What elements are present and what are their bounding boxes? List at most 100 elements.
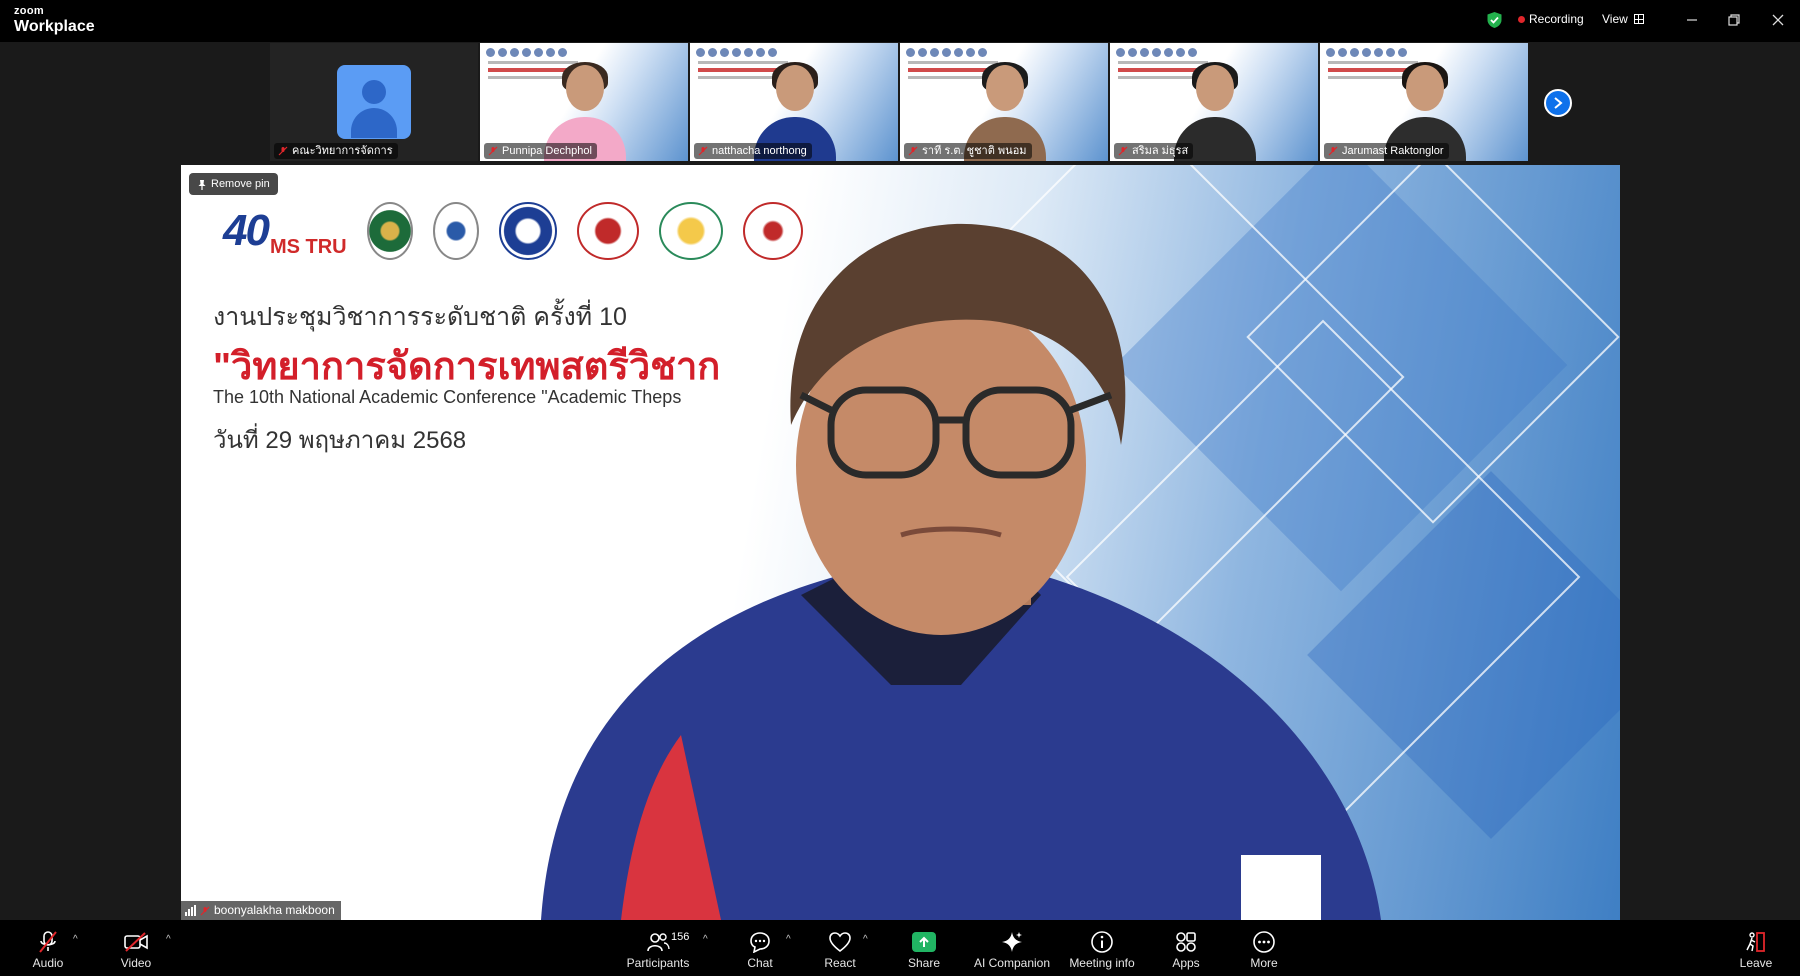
participants-count: 156 <box>671 931 690 943</box>
restore-icon <box>1728 14 1740 26</box>
video-off-icon <box>124 932 148 952</box>
slide-logos <box>1326 48 1407 57</box>
ai-companion-button[interactable]: AI Companion <box>972 920 1052 976</box>
muted-mic-icon <box>39 931 57 953</box>
view-button[interactable]: View <box>1602 12 1644 26</box>
zoom-workplace-logo: zoom Workplace <box>14 6 95 35</box>
recording-dot-icon <box>1518 15 1525 23</box>
participant-nametag: Jarumast Raktonglor <box>1324 143 1449 159</box>
title-bar: zoom Workplace Recording View <box>0 0 1800 42</box>
participants-label: Participants <box>626 956 690 970</box>
slide-logos <box>486 48 567 57</box>
participant-nametag: ราที ร.ต. ชูชาติ พนอม <box>904 143 1032 159</box>
participant-tile-4[interactable]: สริมล ม่ธุรส <box>1110 43 1318 161</box>
participant-name: ราที ร.ต. ชูชาติ พนอม <box>922 145 1027 157</box>
encryption-shield-icon[interactable] <box>1486 11 1503 29</box>
share-screen-icon <box>912 932 936 952</box>
apps-button[interactable]: Apps <box>1166 920 1206 976</box>
share-button[interactable]: Share <box>904 920 944 976</box>
participant-tile-2[interactable]: natthacha northong <box>690 43 898 161</box>
view-label: View <box>1602 12 1628 26</box>
participant-nametag: Punnipa Dechphol <box>484 143 597 159</box>
participant-tile-3[interactable]: ราที ร.ต. ชูชาติ พนอม <box>900 43 1108 161</box>
muted-mic-icon <box>488 146 498 156</box>
recording-indicator[interactable]: Recording <box>1518 12 1584 26</box>
slide-logos <box>1116 48 1197 57</box>
react-options-caret[interactable]: ^ <box>863 934 868 945</box>
close-button[interactable] <box>1768 10 1788 30</box>
speaker-nametag: boonyalakha makboon <box>181 901 341 920</box>
heart-icon <box>829 932 851 953</box>
participants-button[interactable]: Participants <box>626 920 690 976</box>
participant-nametag: natthacha northong <box>694 143 812 159</box>
meeting-toolbar: Audio ^ Video ^ Participants 156 ^ Chat … <box>0 920 1800 976</box>
apps-label: Apps <box>1172 956 1200 970</box>
brand-small: zoom <box>14 5 44 17</box>
slide-logos <box>696 48 777 57</box>
audio-button[interactable]: Audio <box>28 920 68 976</box>
meeting-info-label: Meeting info <box>1069 956 1135 970</box>
more-icon <box>1253 931 1275 953</box>
muted-mic-icon <box>278 146 288 156</box>
speaker-video <box>541 223 1381 920</box>
minimize-button[interactable] <box>1682 10 1702 30</box>
more-label: More <box>1250 956 1278 970</box>
brand-large: Workplace <box>14 18 95 35</box>
audio-options-caret[interactable]: ^ <box>73 934 78 945</box>
default-avatar-icon <box>337 65 411 139</box>
gallery-strip: คณะวิทยาการจัดการ Punnipa Dechphol natth… <box>270 43 1530 161</box>
react-button[interactable]: React <box>820 920 860 976</box>
muted-mic-icon <box>698 146 708 156</box>
remove-pin-label: Remove pin <box>211 178 270 190</box>
speaker-name: boonyalakha makboon <box>214 903 335 917</box>
minimize-icon <box>1687 19 1697 21</box>
muted-mic-icon <box>1328 146 1338 156</box>
muted-mic-icon <box>1118 146 1128 156</box>
close-icon <box>1772 14 1784 26</box>
participant-name: natthacha northong <box>712 145 807 157</box>
participant-name: Jarumast Raktonglor <box>1342 145 1444 157</box>
ai-sparkle-icon <box>1002 932 1022 952</box>
signal-bars-icon <box>185 905 196 916</box>
video-button[interactable]: Video <box>116 920 156 976</box>
slide-logos <box>906 48 987 57</box>
ms-tru-40-logo: 40 MS TRU <box>223 206 347 258</box>
grid-icon <box>1633 14 1644 24</box>
participant-nametag: คณะวิทยาการจัดการ <box>274 143 398 159</box>
university-seal-icon <box>366 202 413 260</box>
muted-mic-icon <box>908 146 918 156</box>
leave-door-icon <box>1746 932 1765 952</box>
apps-icon <box>1176 932 1196 952</box>
ai-companion-label: AI Companion <box>973 956 1051 970</box>
chat-options-caret[interactable]: ^ <box>786 934 791 945</box>
participant-tile-0[interactable]: คณะวิทยาการจัดการ <box>270 43 478 161</box>
chevron-right-icon <box>1554 97 1563 109</box>
react-label: React <box>824 956 856 970</box>
participants-icon <box>647 933 670 952</box>
main-video[interactable]: Remove pin 40 MS TRU งานประชุมวิชาการระดั… <box>181 165 1620 920</box>
info-icon <box>1091 931 1113 953</box>
recording-label: Recording <box>1529 12 1584 26</box>
video-label: Video <box>120 956 152 970</box>
pin-icon <box>198 179 206 190</box>
leave-button[interactable]: Leave <box>1736 920 1776 976</box>
more-button[interactable]: More <box>1244 920 1284 976</box>
participant-name: คณะวิทยาการจัดการ <box>292 145 393 157</box>
chat-label: Chat <box>747 956 773 970</box>
participants-options-caret[interactable]: ^ <box>703 934 708 945</box>
restore-button[interactable] <box>1724 10 1744 30</box>
audio-label: Audio <box>32 956 64 970</box>
meeting-info-button[interactable]: Meeting info <box>1066 920 1138 976</box>
chat-button[interactable]: Chat <box>740 920 780 976</box>
gallery-next-button[interactable] <box>1544 89 1572 117</box>
leave-label: Leave <box>1739 956 1773 970</box>
video-options-caret[interactable]: ^ <box>166 934 171 945</box>
participant-name: สริมล ม่ธุรส <box>1132 145 1189 157</box>
participant-tile-5[interactable]: Jarumast Raktonglor <box>1320 43 1528 161</box>
participant-nametag: สริมล ม่ธุรส <box>1114 143 1194 159</box>
share-label: Share <box>907 956 941 970</box>
muted-mic-icon <box>200 906 210 915</box>
participant-name: Punnipa Dechphol <box>502 145 592 157</box>
remove-pin-button[interactable]: Remove pin <box>189 173 278 195</box>
participant-tile-1[interactable]: Punnipa Dechphol <box>480 43 688 161</box>
